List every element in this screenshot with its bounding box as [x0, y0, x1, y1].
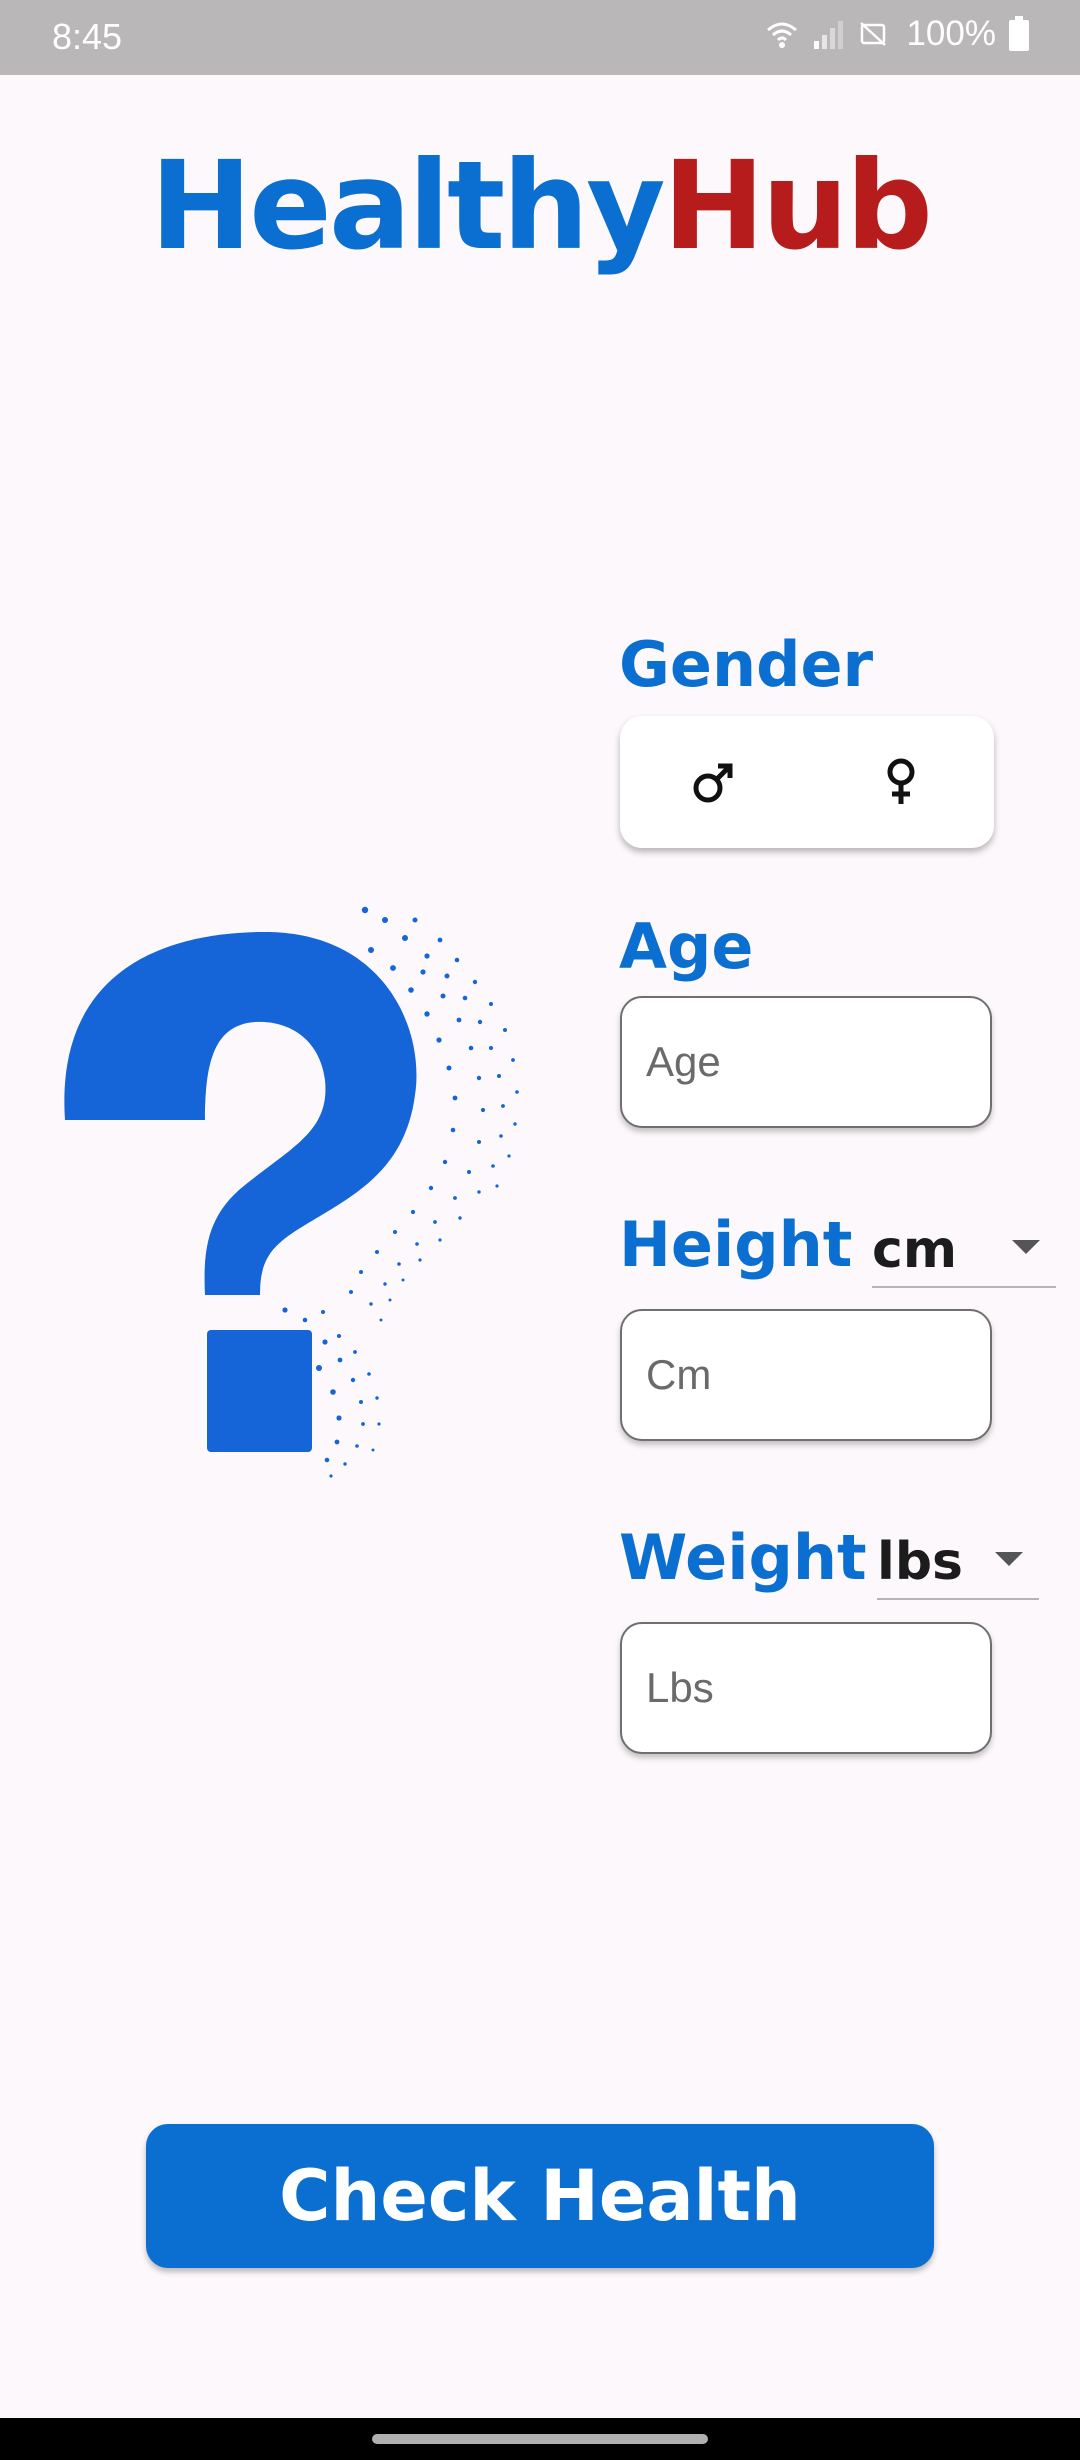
battery-icon — [1009, 16, 1029, 51]
age-label: Age — [619, 910, 754, 983]
age-field — [620, 996, 992, 1128]
gender-label: Gender — [619, 628, 874, 701]
home-gesture-handle[interactable] — [372, 2434, 708, 2444]
height-field — [620, 1309, 992, 1441]
app-title-hub: Hub — [662, 135, 933, 277]
question-mark-icon — [64, 906, 519, 1478]
wifi-icon — [767, 22, 798, 48]
signal-icon — [814, 21, 844, 49]
weight-unit-value: lbs — [877, 1532, 963, 1592]
height-unit-dropdown[interactable]: cm — [872, 1214, 1056, 1288]
height-label: Height — [619, 1208, 853, 1281]
male-button[interactable] — [620, 716, 807, 848]
app-screen: 8:45 100% HealthyHub Gender Age Age Heig… — [0, 0, 1080, 2460]
status-icons: 100% — [764, 14, 1030, 54]
dropdown-arrow-icon — [1012, 1240, 1040, 1254]
app-title-healthy: Healthy — [150, 135, 666, 277]
weight-label: Weight — [619, 1521, 867, 1594]
weight-unit-dropdown[interactable]: lbs — [877, 1526, 1039, 1600]
no-sim-icon — [860, 22, 887, 46]
height-input[interactable] — [622, 1311, 990, 1439]
age-input[interactable] — [622, 998, 990, 1126]
weight-input[interactable] — [622, 1624, 990, 1752]
app-title: HealthyHub — [0, 135, 1080, 277]
status-time: 8:45 — [52, 16, 123, 57]
weight-field — [620, 1622, 992, 1754]
male-symbol-icon — [693, 763, 732, 803]
female-symbol-icon — [887, 758, 914, 804]
check-health-button[interactable]: Check Health — [146, 2124, 934, 2268]
navigation-bar — [0, 2418, 1080, 2460]
dropdown-arrow-icon — [995, 1552, 1023, 1566]
gender-selector — [620, 716, 994, 848]
status-bar: 8:45 100% — [0, 0, 1080, 75]
battery-percent: 100% — [906, 14, 996, 53]
female-button[interactable] — [807, 716, 994, 848]
height-unit-value: cm — [872, 1220, 958, 1280]
